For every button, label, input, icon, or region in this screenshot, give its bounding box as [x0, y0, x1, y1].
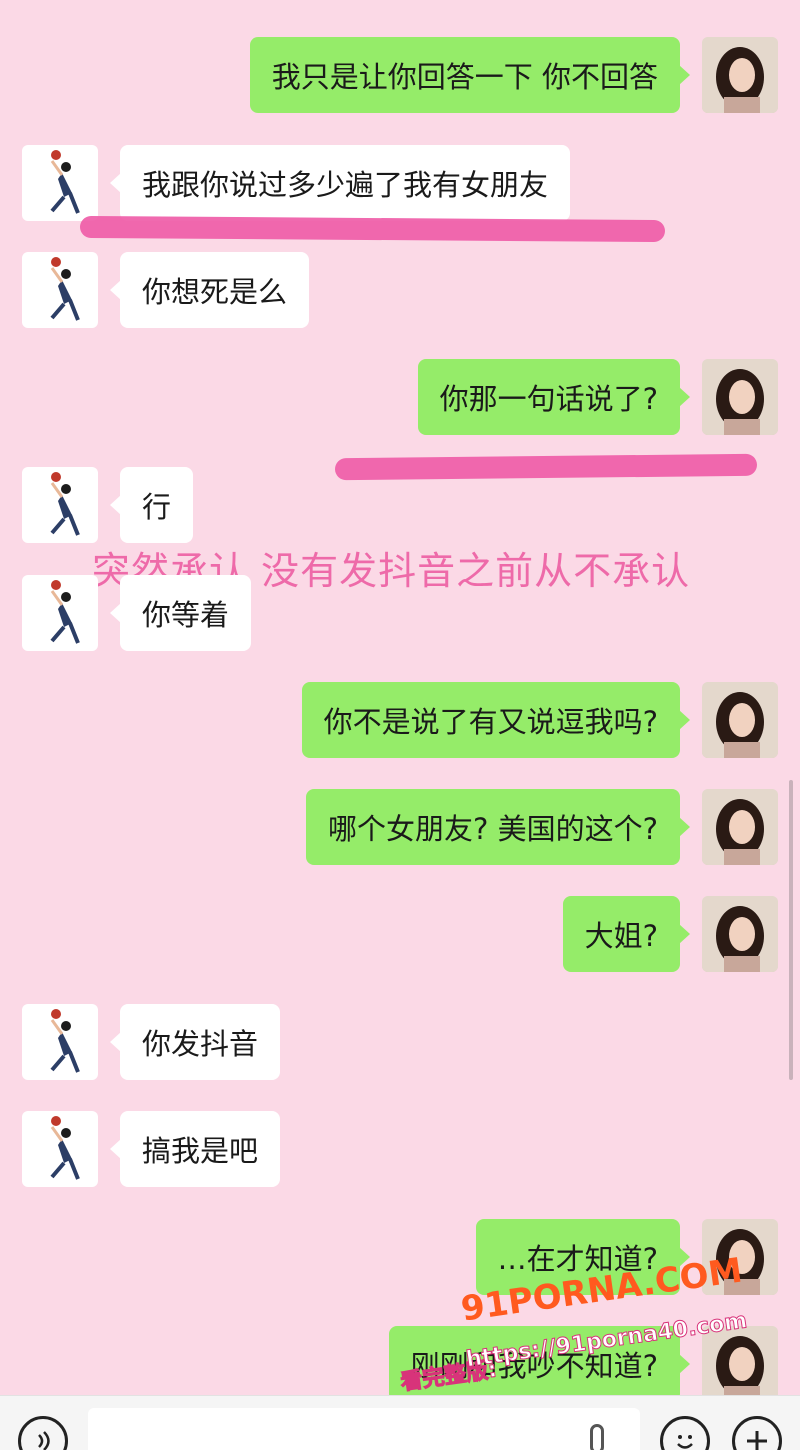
message-bubble-in[interactable]: 你等着: [109, 575, 252, 651]
message-text: 你不是说了有又说逗我吗?: [323, 705, 658, 739]
message-bubble-out[interactable]: 我只是让你回答一下 你不回答: [249, 37, 691, 113]
basketball-player-icon: [50, 472, 80, 536]
message-bubble-in[interactable]: 我跟你说过多少遍了我有女朋友: [109, 145, 571, 221]
message-bubble-out[interactable]: 哪个女朋友? 美国的这个?: [305, 789, 691, 865]
message-bubble-out[interactable]: 你不是说了有又说逗我吗?: [301, 682, 691, 758]
emoji-icon[interactable]: [660, 1416, 710, 1450]
message-row: 行: [22, 467, 194, 543]
message-bubble-out[interactable]: 大姐?: [562, 896, 691, 972]
chat-area: 我只是让你回答一下 你不回答 我跟你说过多少遍了我有女朋友 你想死是么 你那一句…: [0, 0, 800, 1402]
avatar-contact[interactable]: [22, 1111, 98, 1187]
avatar-contact[interactable]: [22, 145, 98, 221]
smile-face-icon: [677, 1435, 693, 1449]
message-text: 哪个女朋友? 美国的这个?: [327, 812, 658, 846]
message-text: 我只是让你回答一下 你不回答: [271, 60, 658, 94]
avatar-contact[interactable]: [22, 467, 98, 543]
message-text: 你想死是么: [142, 275, 288, 309]
girl-avatar-icon: [702, 896, 778, 972]
girl-avatar-icon: [702, 37, 778, 113]
basketball-player-icon: [50, 150, 80, 214]
avatar-me[interactable]: [702, 682, 778, 758]
message-text: 我跟你说过多少遍了我有女朋友: [142, 168, 549, 202]
girl-avatar-icon: [702, 682, 778, 758]
message-text: 搞我是吧: [142, 1134, 259, 1168]
input-bar: [0, 1395, 800, 1450]
highlight-stroke: [79, 215, 666, 243]
avatar-me[interactable]: [702, 359, 778, 435]
basketball-player-icon: [50, 580, 80, 644]
message-row: 你发抖音: [22, 1004, 281, 1080]
avatar-me[interactable]: [702, 896, 778, 972]
sound-wave-icon: [38, 1431, 50, 1450]
microphone-icon[interactable]: [590, 1424, 604, 1450]
avatar-me[interactable]: [702, 789, 778, 865]
message-row: 搞我是吧: [22, 1111, 281, 1187]
scrollbar[interactable]: [789, 780, 793, 1080]
message-row: 你等着: [22, 575, 252, 651]
basketball-player-icon: [50, 257, 80, 321]
message-row: 你想死是么: [22, 252, 310, 328]
message-row: 哪个女朋友? 美国的这个?: [305, 789, 778, 865]
message-text: 你那一句话说了?: [439, 382, 658, 416]
message-text: 大姐?: [584, 919, 658, 953]
message-text: 你发抖音: [142, 1027, 259, 1061]
message-bubble-in[interactable]: 你想死是么: [109, 252, 310, 328]
voice-icon[interactable]: [18, 1416, 68, 1450]
plus-icon[interactable]: [732, 1416, 782, 1450]
message-text: 行: [142, 490, 172, 524]
message-row: 你那一句话说了?: [417, 359, 778, 435]
girl-avatar-icon: [702, 359, 778, 435]
girl-avatar-icon: [702, 789, 778, 865]
avatar-me[interactable]: [702, 37, 778, 113]
message-row: 你不是说了有又说逗我吗?: [301, 682, 778, 758]
avatar-contact[interactable]: [22, 575, 98, 651]
message-row: 大姐?: [562, 896, 778, 972]
watermark: 91PORNA.COM 看完整版: https://91porna40.com: [399, 1250, 790, 1396]
message-text: 你等着: [142, 598, 230, 632]
message-row: 我跟你说过多少遍了我有女朋友: [22, 145, 571, 221]
avatar-contact[interactable]: [22, 252, 98, 328]
message-bubble-in[interactable]: 你发抖音: [109, 1004, 281, 1080]
highlight-stroke: [334, 453, 758, 481]
message-input[interactable]: [88, 1408, 640, 1450]
message-bubble-out[interactable]: 你那一句话说了?: [417, 359, 691, 435]
message-row: 我只是让你回答一下 你不回答: [249, 37, 778, 113]
message-bubble-in[interactable]: 行: [109, 467, 194, 543]
basketball-player-icon: [50, 1116, 80, 1180]
message-bubble-in[interactable]: 搞我是吧: [109, 1111, 281, 1187]
add-icon: [747, 1431, 767, 1450]
avatar-contact[interactable]: [22, 1004, 98, 1080]
basketball-player-icon: [50, 1009, 80, 1073]
